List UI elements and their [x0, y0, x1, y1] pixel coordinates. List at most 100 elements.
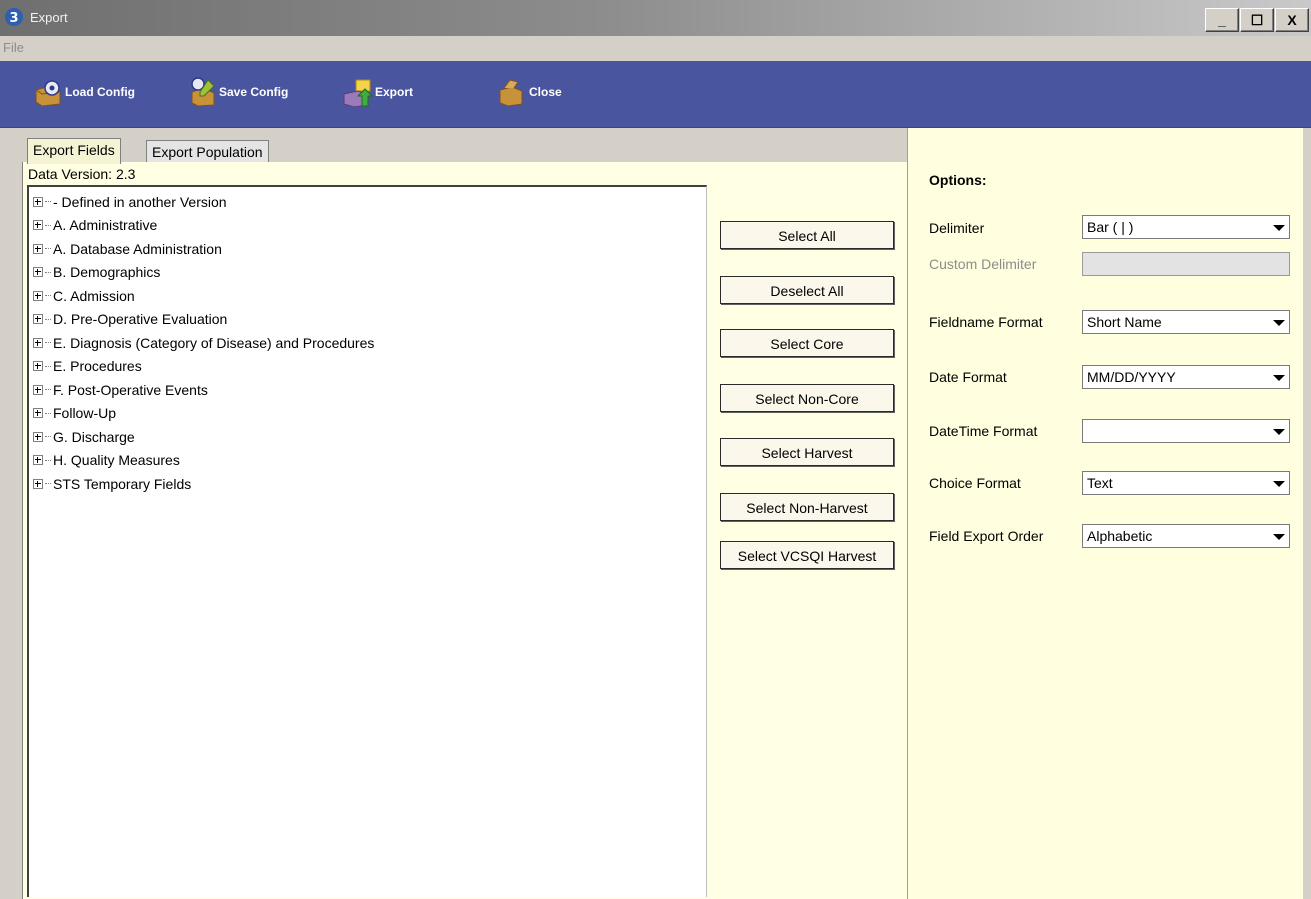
- options-pane: Options: Delimiter Bar ( | ) Custom Deli…: [908, 128, 1303, 899]
- tree-node-label: STS Temporary Fields: [53, 475, 192, 492]
- select-non-core-button[interactable]: Select Non-Core: [720, 384, 894, 412]
- fields-tree[interactable]: - Defined in another Version A. Administr…: [27, 185, 707, 897]
- app-logo-icon: 3: [5, 8, 23, 26]
- tree-node-label: H. Quality Measures: [53, 452, 180, 469]
- tree-node[interactable]: D. Pre-Operative Evaluation: [33, 308, 374, 332]
- tree-connector: [45, 295, 51, 297]
- menu-file[interactable]: File: [3, 40, 24, 55]
- expand-plus-icon[interactable]: [33, 243, 43, 254]
- tree-node-label: D. Pre-Operative Evaluation: [53, 311, 228, 328]
- tree-node[interactable]: F. Post-Operative Events: [33, 378, 374, 402]
- fieldname-format-value: Short Name: [1087, 314, 1162, 330]
- load-config-button[interactable]: Load Config: [32, 75, 135, 109]
- maximize-button[interactable]: ☐: [1240, 8, 1274, 32]
- close-button[interactable]: Close: [496, 75, 562, 109]
- expand-plus-icon[interactable]: [33, 196, 43, 207]
- select-non-harvest-button[interactable]: Select Non-Harvest: [720, 493, 894, 521]
- tree-node[interactable]: A. Administrative: [33, 214, 374, 238]
- custom-delimiter-field: [1082, 252, 1290, 276]
- choice-format-label: Choice Format: [929, 475, 1021, 491]
- date-format-label: Date Format: [929, 369, 1007, 385]
- tree-connector: [45, 365, 51, 367]
- tree-connector: [45, 412, 51, 414]
- tree-connector: [45, 342, 51, 344]
- tree-node[interactable]: Follow-Up: [33, 402, 374, 426]
- tree-node[interactable]: G. Discharge: [33, 425, 374, 449]
- save-config-button[interactable]: Save Config: [186, 75, 288, 109]
- expand-plus-icon[interactable]: [33, 220, 43, 231]
- expand-plus-icon[interactable]: [33, 408, 43, 419]
- chevron-down-icon: [1273, 429, 1285, 435]
- export-fields-panel: Data Version: 2.3 - Defined in another V…: [22, 162, 907, 899]
- load-config-icon: [35, 80, 61, 107]
- tree-node[interactable]: A. Database Administration: [33, 237, 374, 261]
- select-core-button[interactable]: Select Core: [720, 329, 894, 357]
- expand-plus-icon[interactable]: [33, 431, 43, 442]
- tree-node[interactable]: H. Quality Measures: [33, 449, 374, 473]
- tree-node[interactable]: C. Admission: [33, 284, 374, 308]
- tree-node[interactable]: E. Diagnosis (Category of Disease) and P…: [33, 331, 374, 355]
- svg-text:3: 3: [9, 11, 18, 26]
- datetime-format-label: DateTime Format: [929, 423, 1038, 439]
- custom-delimiter-label: Custom Delimiter: [929, 256, 1037, 272]
- fields-pane: Export Fields Export Population Data Ver…: [0, 128, 908, 899]
- expand-plus-icon[interactable]: [33, 290, 43, 301]
- export-button[interactable]: Export: [342, 75, 413, 109]
- expand-plus-icon[interactable]: [33, 267, 43, 278]
- choice-format-value: Text: [1087, 475, 1113, 491]
- tree-connector: [45, 248, 51, 250]
- delimiter-value: Bar ( | ): [1087, 219, 1134, 235]
- date-format-select[interactable]: MM/DD/YYYY: [1082, 365, 1290, 389]
- tree-connector: [45, 459, 51, 461]
- expand-plus-icon[interactable]: [33, 384, 43, 395]
- tree-node-label: G. Discharge: [53, 428, 135, 445]
- load-config-label: Load Config: [65, 85, 135, 99]
- select-harvest-button[interactable]: Select Harvest: [720, 438, 894, 466]
- tree-connector: [45, 224, 51, 226]
- chevron-down-icon: [1273, 375, 1285, 381]
- chevron-down-icon: [1273, 225, 1285, 231]
- close-window-button[interactable]: X: [1275, 8, 1309, 32]
- expand-plus-icon[interactable]: [33, 314, 43, 325]
- tree-node[interactable]: E. Procedures: [33, 355, 374, 379]
- chevron-down-icon: [1273, 320, 1285, 326]
- tree-node-label: A. Database Administration: [53, 240, 222, 257]
- expand-plus-icon[interactable]: [33, 478, 43, 489]
- tree-node[interactable]: B. Demographics: [33, 261, 374, 285]
- expand-plus-icon[interactable]: [33, 361, 43, 372]
- tab-export-fields[interactable]: Export Fields: [27, 138, 121, 164]
- export-label: Export: [375, 85, 414, 99]
- toolbar: Load Config Save Config Export Close: [0, 61, 1311, 128]
- tree-node[interactable]: - Defined in another Version: [33, 190, 374, 214]
- tree-node-label: B. Demographics: [53, 264, 161, 281]
- tree-connector: [45, 389, 51, 391]
- field-export-order-select[interactable]: Alphabetic: [1082, 524, 1290, 548]
- options-heading: Options:: [929, 172, 987, 188]
- close-label: Close: [529, 85, 562, 99]
- tree-connector: [45, 436, 51, 438]
- tree-node-label: E. Procedures: [53, 358, 142, 375]
- select-vcsqi-harvest-button[interactable]: Select VCSQI Harvest: [720, 541, 894, 569]
- tree-connector: [45, 318, 51, 320]
- fieldname-format-select[interactable]: Short Name: [1082, 310, 1290, 334]
- tab-export-population[interactable]: Export Population: [146, 140, 269, 163]
- expand-plus-icon[interactable]: [33, 337, 43, 348]
- choice-format-select[interactable]: Text: [1082, 471, 1290, 495]
- tree-node-label: F. Post-Operative Events: [53, 381, 208, 398]
- tree-node-label: Follow-Up: [53, 405, 117, 422]
- select-all-button[interactable]: Select All: [720, 221, 894, 249]
- delimiter-select[interactable]: Bar ( | ): [1082, 215, 1290, 239]
- tree-connector: [45, 483, 51, 485]
- minimize-button[interactable]: _: [1205, 8, 1239, 32]
- window-edge: [1303, 128, 1311, 899]
- chevron-down-icon: [1273, 481, 1285, 487]
- save-config-icon: [191, 77, 215, 107]
- tab-strip: Export Fields Export Population: [27, 138, 907, 164]
- expand-plus-icon[interactable]: [33, 455, 43, 466]
- chevron-down-icon: [1273, 534, 1285, 540]
- deselect-all-button[interactable]: Deselect All: [720, 276, 894, 304]
- tree-node-label: - Defined in another Version: [53, 193, 227, 210]
- datetime-format-select[interactable]: [1082, 419, 1290, 443]
- tree-connector: [45, 201, 51, 203]
- tree-node[interactable]: STS Temporary Fields: [33, 472, 374, 496]
